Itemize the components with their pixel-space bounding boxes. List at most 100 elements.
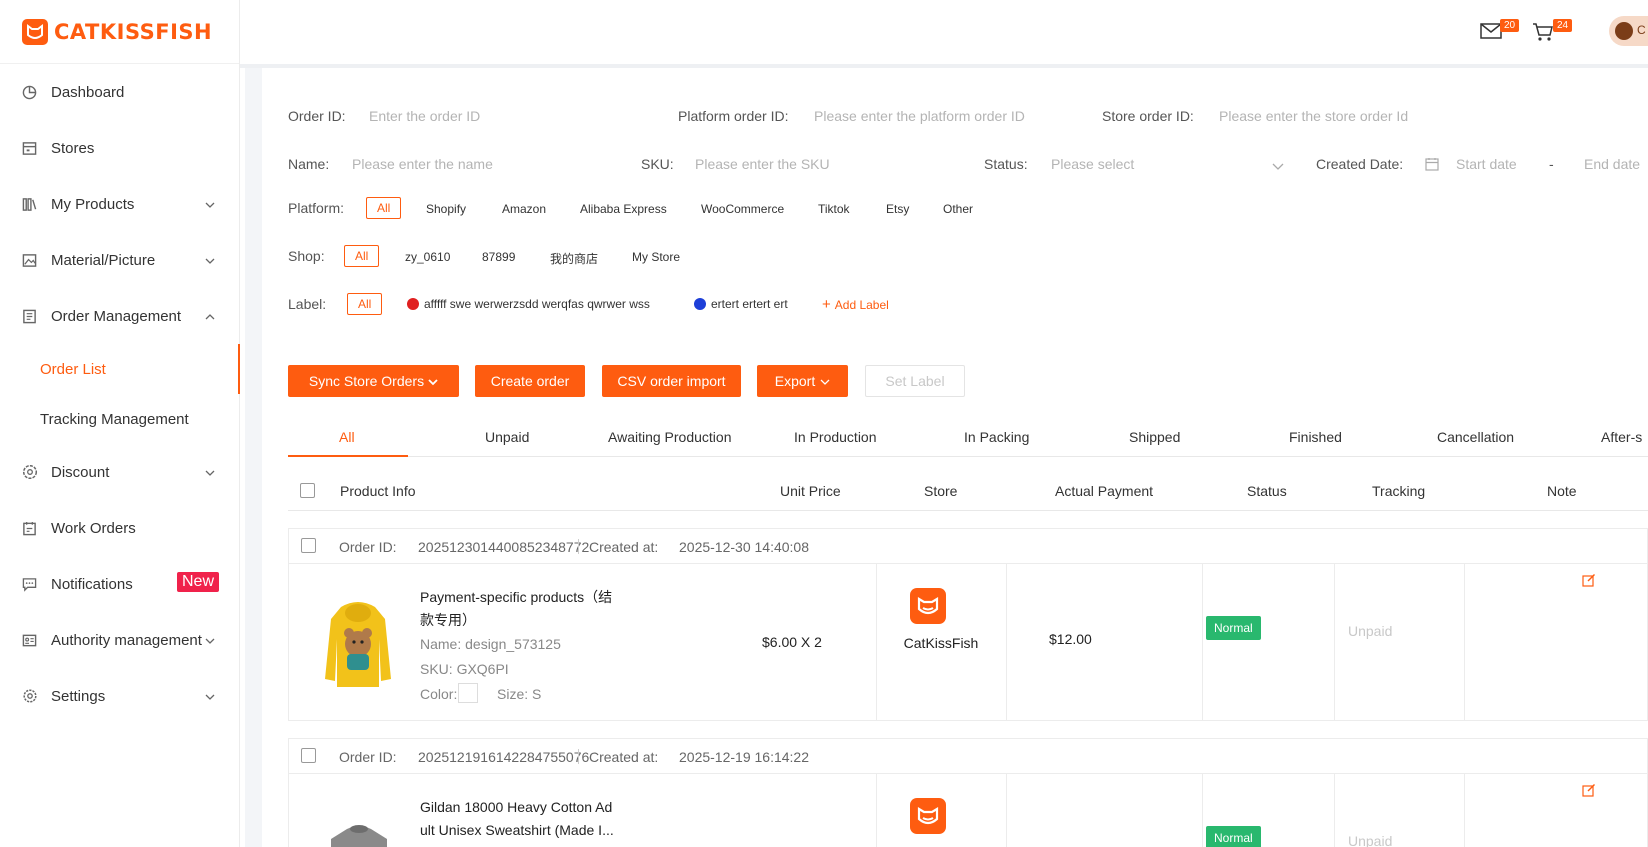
platform-chip-woocommerce[interactable]: WooCommerce xyxy=(701,202,784,216)
order-id-input[interactable]: Enter the order ID xyxy=(369,108,480,124)
sidebar-subitem-label: Order List xyxy=(40,360,106,378)
tab-all[interactable]: All xyxy=(339,429,355,445)
name-label: Name: xyxy=(288,156,330,172)
shop-chip-my-shop-cn[interactable]: 我的商店 xyxy=(550,250,598,267)
sidebar-subitem-order-list[interactable]: Order List xyxy=(0,344,240,394)
product-title-line1[interactable]: Payment-specific products（结 xyxy=(420,586,630,609)
sidebar-item-stores[interactable]: Stores xyxy=(0,120,239,176)
column-divider xyxy=(1464,774,1465,847)
edit-note-icon[interactable] xyxy=(1582,573,1596,590)
brand-name: CATKISSFISH xyxy=(54,19,213,44)
shop-label: Shop: xyxy=(288,248,325,264)
sidebar-item-dashboard[interactable]: Dashboard xyxy=(0,64,239,120)
created-at-value: 2025-12-19 16:14:22 xyxy=(679,749,809,765)
sync-store-orders-button[interactable]: Sync Store Orders xyxy=(288,365,459,397)
tab-after-sales[interactable]: After-s xyxy=(1601,429,1642,445)
end-date-input[interactable]: End date xyxy=(1584,156,1640,172)
select-all-checkbox[interactable] xyxy=(300,483,315,498)
product-title-line2[interactable]: ult Unisex Sweatshirt (Made I... xyxy=(420,819,630,842)
store-order-id-label: Store order ID: xyxy=(1102,108,1194,124)
sidebar-item-discount[interactable]: Discount xyxy=(0,444,239,500)
platform-chip-tiktok[interactable]: Tiktok xyxy=(818,202,850,216)
order-id-value: 2025123014400852348772 xyxy=(418,539,590,555)
product-title-line2[interactable]: 款专用） xyxy=(420,609,630,632)
platform-chip-alibaba-express[interactable]: Alibaba Express xyxy=(580,202,667,216)
actual-payment: $12.00 xyxy=(1049,631,1092,647)
gear-icon xyxy=(22,688,38,704)
col-product-info: Product Info xyxy=(340,483,416,499)
tab-cancellation[interactable]: Cancellation xyxy=(1437,429,1514,445)
message-icon xyxy=(22,576,38,592)
order-checkbox[interactable] xyxy=(301,748,316,763)
shop-chip-all[interactable]: All xyxy=(344,245,380,267)
order-list-icon xyxy=(22,308,38,324)
label-chip-blue[interactable]: ertert ertert ert xyxy=(694,297,788,311)
cart-icon[interactable] xyxy=(1532,22,1554,45)
column-divider xyxy=(1006,564,1007,721)
header-separator xyxy=(578,749,579,764)
column-divider xyxy=(1202,774,1203,847)
shop-chip-zy0610[interactable]: zy_0610 xyxy=(405,250,450,264)
sku-input[interactable]: Please enter the SKU xyxy=(695,156,830,172)
store-order-id-input[interactable]: Please enter the store order Id xyxy=(1219,108,1408,124)
user-avatar[interactable]: C xyxy=(1609,16,1648,46)
platform-chip-etsy[interactable]: Etsy xyxy=(886,202,909,216)
sidebar-subitem-tracking[interactable]: Tracking Management xyxy=(0,394,239,444)
tab-awaiting-production[interactable]: Awaiting Production xyxy=(608,429,731,445)
tab-unpaid[interactable]: Unpaid xyxy=(485,429,529,445)
tab-shipped[interactable]: Shipped xyxy=(1129,429,1180,445)
shop-chip-87899[interactable]: 87899 xyxy=(482,250,515,264)
platform-order-id-input[interactable]: Please enter the platform order ID xyxy=(814,108,1025,124)
store-logo-icon xyxy=(910,798,946,834)
sidebar-item-settings[interactable]: Settings xyxy=(0,668,239,724)
product-image[interactable] xyxy=(323,599,393,694)
sidebar-item-label: Order Management xyxy=(51,307,182,325)
platform-chip-all[interactable]: All xyxy=(366,197,402,219)
created-at-label: Created at: xyxy=(589,749,659,765)
status-select[interactable]: Please select xyxy=(1051,156,1134,172)
sync-label: Sync Store Orders xyxy=(308,373,425,389)
order-id-label: Order ID: xyxy=(339,539,397,555)
start-date-input[interactable]: Start date xyxy=(1456,156,1517,172)
add-label-button[interactable]: + Add Label xyxy=(822,296,889,313)
brand-logo[interactable]: CATKISSFISH xyxy=(0,0,239,64)
sidebar-item-notifications[interactable]: Notifications New xyxy=(0,556,239,612)
col-store: Store xyxy=(924,483,958,499)
label-chip-red[interactable]: afffff swe werwerzsdd werqfas qwrwer wss xyxy=(407,297,650,311)
create-order-button[interactable]: Create order xyxy=(475,365,585,397)
platform-chip-shopify[interactable]: Shopify xyxy=(426,202,466,216)
name-input[interactable]: Please enter the name xyxy=(352,156,493,172)
shop-chip-my-store[interactable]: My Store xyxy=(632,250,680,264)
platform-chip-amazon[interactable]: Amazon xyxy=(502,202,546,216)
column-divider xyxy=(876,564,877,721)
platform-chip-other[interactable]: Other xyxy=(943,202,973,216)
product-title-line1[interactable]: Gildan 18000 Heavy Cotton Ad xyxy=(420,796,630,819)
tab-active-indicator xyxy=(288,455,408,457)
export-button[interactable]: Export xyxy=(757,365,848,397)
mail-icon[interactable] xyxy=(1480,22,1502,43)
tab-finished[interactable]: Finished xyxy=(1289,429,1342,445)
tab-in-production[interactable]: In Production xyxy=(794,429,877,445)
set-label-button[interactable]: Set Label xyxy=(865,365,965,397)
sidebar: CATKISSFISH Dashboard Stores My Products… xyxy=(0,0,240,847)
tab-in-packing[interactable]: In Packing xyxy=(964,429,1029,445)
sidebar-item-my-products[interactable]: My Products xyxy=(0,176,239,232)
col-status: Status xyxy=(1247,483,1287,499)
sidebar-item-order-management[interactable]: Order Management xyxy=(0,288,239,344)
csv-label: CSV order import xyxy=(617,373,726,389)
sidebar-item-work-orders[interactable]: Work Orders xyxy=(0,500,239,556)
chevron-down-icon xyxy=(205,689,215,706)
sidebar-item-label: My Products xyxy=(51,195,135,213)
create-label: Create order xyxy=(490,373,570,389)
sidebar-item-authority[interactable]: Authority management xyxy=(0,612,239,668)
chevron-down-icon xyxy=(820,373,830,389)
sidebar-item-material[interactable]: Material/Picture xyxy=(0,232,239,288)
csv-import-button[interactable]: CSV order import xyxy=(602,365,741,397)
sidebar-subitem-label: Tracking Management xyxy=(40,410,189,428)
chevron-down-icon xyxy=(205,633,215,650)
product-image[interactable] xyxy=(329,823,389,847)
edit-note-icon[interactable] xyxy=(1582,783,1596,800)
label-chip-all[interactable]: All xyxy=(347,293,383,315)
order-checkbox[interactable] xyxy=(301,538,316,553)
sidebar-item-label: Dashboard xyxy=(51,83,125,101)
